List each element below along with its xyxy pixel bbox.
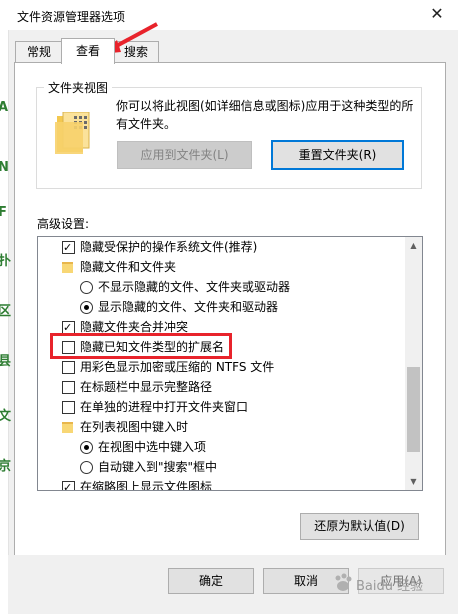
background-strip-char: 扑	[0, 254, 12, 269]
advanced-setting-label: 在列表视图中键入时	[80, 420, 189, 434]
folder-icon	[62, 422, 73, 433]
advanced-setting-label: 在标题栏中显示完整路径	[80, 380, 213, 394]
background-strip-char: A	[0, 100, 9, 115]
radio-button[interactable]	[80, 461, 93, 474]
advanced-setting-label: 隐藏文件和文件夹	[80, 260, 177, 274]
background-strip-char: 县	[0, 354, 12, 369]
advanced-setting-label: 在单独的进程中打开文件夹窗口	[80, 400, 249, 414]
background-strip-char: 文	[0, 409, 12, 424]
background-window-strip: A N F 扑区县文京	[0, 0, 12, 614]
advanced-setting-label: 在视图中选中键入项	[98, 440, 207, 454]
advanced-setting-label: 显示隐藏的文件、文件夹和驱动器	[98, 300, 279, 314]
ok-button[interactable]: 确定	[168, 568, 254, 594]
close-icon[interactable]: ✕	[424, 2, 450, 26]
watermark-text: Baidu 经验	[356, 579, 424, 594]
tab-general[interactable]: 常规	[15, 41, 63, 63]
background-strip-char: 区	[0, 304, 12, 319]
folder-view-group-label: 文件夹视图	[44, 79, 113, 96]
paw-icon	[335, 573, 352, 591]
checkbox[interactable]	[62, 401, 75, 414]
restore-defaults-button[interactable]: 还原为默认值(D)	[300, 513, 419, 540]
radio-button[interactable]	[80, 441, 93, 454]
folder-view-description: 你可以将此视图(如详细信息或图标)应用于这种类型的所有文件夹。	[116, 99, 414, 131]
folder-icon	[62, 262, 73, 273]
scroll-up-icon[interactable]: ▲	[405, 237, 422, 254]
watermark: Baidu 经验	[328, 566, 456, 600]
checkbox[interactable]	[62, 381, 75, 394]
checkbox[interactable]	[62, 361, 75, 374]
checkbox[interactable]	[62, 238, 75, 258]
scroll-down-icon[interactable]: ▼	[405, 473, 422, 490]
advanced-setting-label: 自动键入到"搜索"框中	[98, 460, 218, 474]
advanced-setting-label: 用彩色显示加密或压缩的 NTFS 文件	[80, 360, 275, 374]
background-strip-char: F	[0, 205, 7, 220]
advanced-settings-list[interactable]: 在缩略图上显示文件图标 自动键入到"搜索"框中在视图中选中键入项 在列表视图中键入时…	[37, 236, 423, 491]
advanced-setting-label: 不显示隐藏的文件、文件夹或驱动器	[98, 280, 291, 294]
advanced-setting-label: 在缩略图上显示文件图标	[80, 480, 213, 491]
checkbox[interactable]	[62, 478, 75, 490]
tab-view[interactable]: 查看	[61, 38, 115, 64]
vertical-scrollbar[interactable]: ▲ ▼	[405, 237, 422, 490]
scrollbar-thumb[interactable]	[407, 367, 420, 452]
apply-to-folders-button[interactable]: 应用到文件夹(L)	[117, 141, 252, 169]
background-strip-char: 京	[0, 459, 12, 474]
radio-button[interactable]	[80, 301, 93, 314]
annotation-highlight-box	[50, 333, 232, 359]
reset-folders-button[interactable]: 重置文件夹(R)	[271, 140, 404, 170]
background-strip-char: N	[0, 160, 9, 175]
folder-view-icon	[55, 112, 90, 154]
advanced-settings-label: 高级设置:	[37, 217, 90, 231]
advanced-setting-label: 隐藏受保护的操作系统文件(推荐)	[80, 240, 258, 254]
radio-button[interactable]	[80, 281, 93, 294]
